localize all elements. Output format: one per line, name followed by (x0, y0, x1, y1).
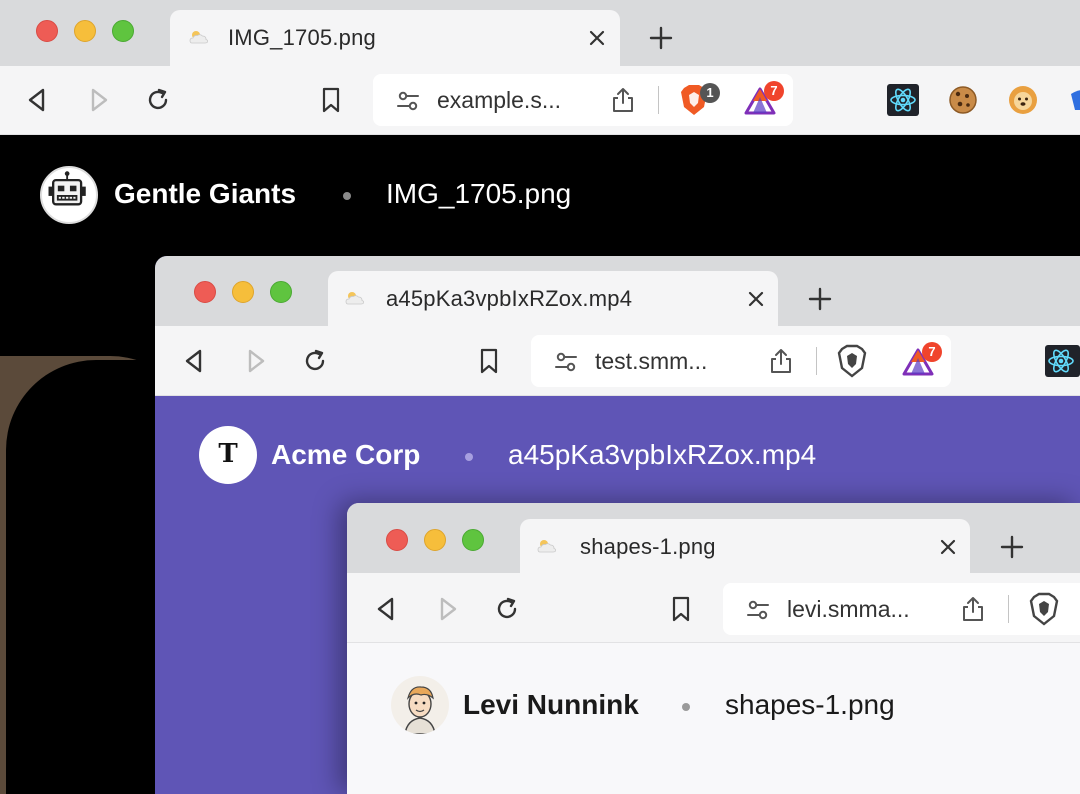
forward-icon[interactable] (84, 86, 112, 114)
brave-shields-off-icon[interactable] (836, 344, 868, 378)
share-icon[interactable] (610, 86, 636, 114)
toolbar: test.smm... 7 (155, 326, 1080, 396)
separator-dot (465, 453, 473, 461)
extension-icon[interactable] (1067, 84, 1080, 116)
new-tab-icon[interactable] (807, 286, 833, 312)
rewards-badge: 7 (764, 81, 784, 101)
close-window-button[interactable] (36, 20, 58, 42)
page-header: Gentle Giants IMG_1705.png (0, 135, 1080, 255)
site-name[interactable]: Gentle Giants (114, 178, 296, 210)
url-text[interactable]: example.s... (437, 87, 561, 114)
cloud-favicon-icon (537, 540, 556, 553)
bear-extension-icon[interactable] (1007, 84, 1039, 116)
page-header: Levi Nunnink shapes-1.png (347, 643, 1080, 763)
share-icon[interactable] (768, 347, 794, 375)
zoom-window-button[interactable] (270, 281, 292, 303)
reload-icon[interactable] (301, 347, 329, 375)
close-tab-icon[interactable] (940, 539, 956, 555)
file-name: IMG_1705.png (386, 178, 572, 209)
toolbar: example.s... 1 7 (0, 66, 1080, 135)
react-devtools-icon[interactable] (1045, 345, 1080, 377)
tab-active[interactable]: IMG_1705.png (170, 10, 620, 66)
divider (1008, 595, 1009, 623)
close-tab-icon[interactable] (748, 291, 764, 307)
reload-icon[interactable] (144, 86, 172, 114)
cookie-icon[interactable] (947, 84, 979, 116)
close-window-button[interactable] (386, 529, 408, 551)
robot-avatar-icon (40, 166, 98, 224)
avatar-letter: T (218, 439, 238, 469)
file-name: a45pKa3vpbIxRZox.mp4 (508, 439, 817, 470)
address-bar[interactable]: example.s... 1 7 (373, 74, 793, 126)
browser-window-3: shapes-1.png levi.smma... Levi Nunnink s… (347, 503, 1080, 794)
site-name[interactable]: Levi Nunnink (463, 689, 639, 721)
brave-shields-off-icon[interactable] (1028, 592, 1060, 626)
forward-icon[interactable] (241, 347, 269, 375)
toolbar: levi.smma... (347, 573, 1080, 643)
page-header: T Acme Corp a45pKa3vpbIxRZox.mp4 (155, 396, 1080, 516)
share-icon[interactable] (960, 595, 986, 623)
reload-icon[interactable] (493, 595, 521, 623)
divider (816, 347, 817, 375)
avatar: T (199, 426, 257, 484)
address-bar[interactable]: test.smm... 7 (531, 335, 951, 387)
tab-title: a45pKa3vpbIxRZox.mp4 (386, 286, 633, 311)
tab-strip: a45pKa3vpbIxRZox.mp4 (155, 256, 1080, 326)
bookmark-icon[interactable] (317, 86, 345, 114)
address-bar[interactable]: levi.smma... (723, 583, 1080, 635)
shields-badge: 1 (700, 83, 720, 103)
url-text[interactable]: test.smm... (595, 348, 707, 375)
zoom-window-button[interactable] (462, 529, 484, 551)
rewards-badge: 7 (922, 342, 942, 362)
new-tab-icon[interactable] (999, 534, 1025, 560)
forward-icon[interactable] (433, 595, 461, 623)
url-text[interactable]: levi.smma... (787, 596, 910, 623)
close-tab-icon[interactable] (589, 30, 605, 46)
file-name: shapes-1.png (725, 689, 895, 720)
tab-active[interactable]: a45pKa3vpbIxRZox.mp4 (328, 271, 778, 326)
cartoon-avatar-icon (391, 676, 449, 734)
site-settings-icon[interactable] (395, 88, 421, 114)
cloud-favicon-icon (345, 292, 364, 305)
divider (658, 86, 659, 114)
site-name[interactable]: Acme Corp (271, 439, 420, 471)
bookmark-icon[interactable] (475, 347, 503, 375)
bookmark-icon[interactable] (667, 595, 695, 623)
tab-active[interactable]: shapes-1.png (520, 519, 970, 573)
back-icon[interactable] (24, 86, 52, 114)
minimize-window-button[interactable] (232, 281, 254, 303)
minimize-window-button[interactable] (74, 20, 96, 42)
site-settings-icon[interactable] (745, 597, 771, 623)
back-icon[interactable] (181, 347, 209, 375)
new-tab-icon[interactable] (648, 25, 674, 51)
cloud-favicon-icon (189, 31, 208, 44)
separator-dot (343, 192, 351, 200)
minimize-window-button[interactable] (424, 529, 446, 551)
tab-strip: IMG_1705.png (0, 0, 1080, 66)
separator-dot (682, 703, 690, 711)
tab-title: shapes-1.png (580, 534, 716, 559)
close-window-button[interactable] (194, 281, 216, 303)
react-devtools-icon[interactable] (887, 84, 919, 116)
tab-strip: shapes-1.png (347, 503, 1080, 573)
site-settings-icon[interactable] (553, 349, 579, 375)
zoom-window-button[interactable] (112, 20, 134, 42)
back-icon[interactable] (373, 595, 401, 623)
tab-title: IMG_1705.png (228, 25, 376, 50)
